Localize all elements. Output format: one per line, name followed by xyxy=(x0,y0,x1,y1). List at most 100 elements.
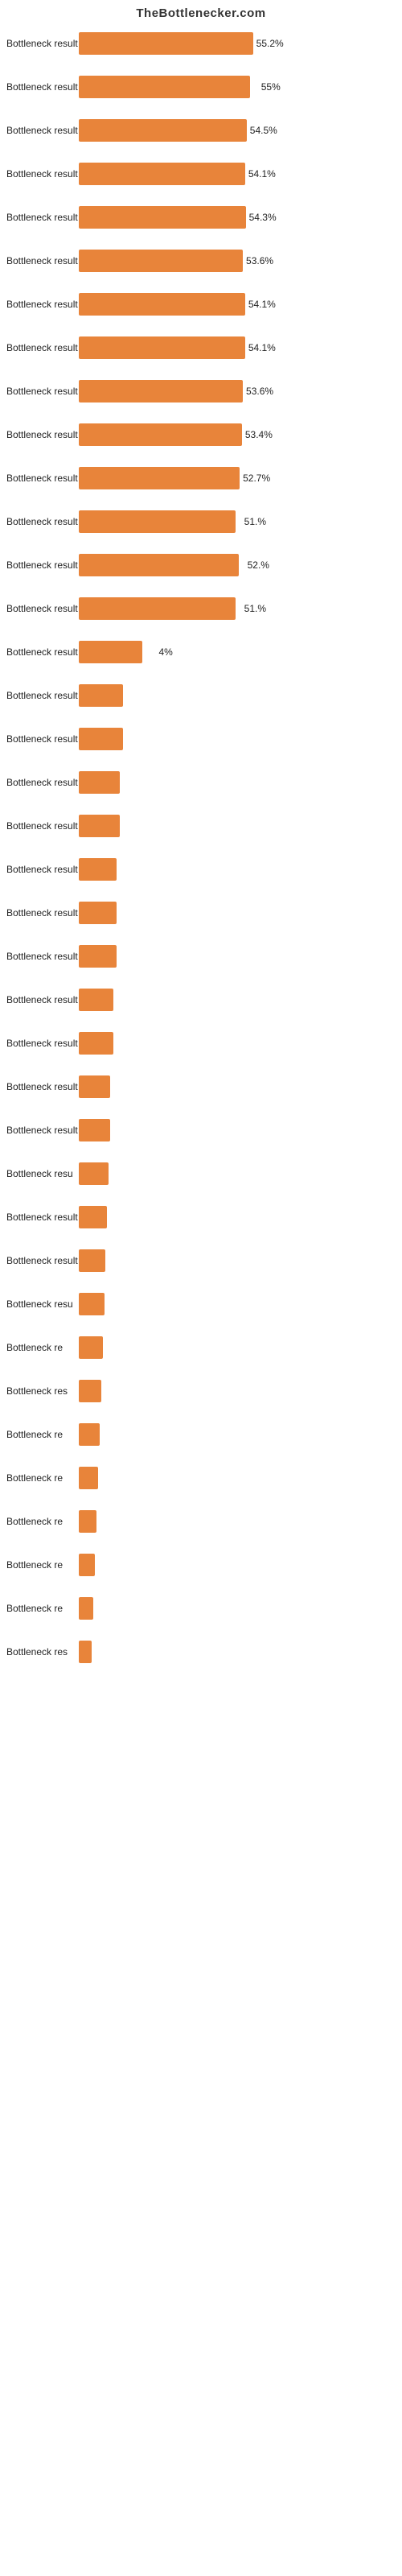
bar-fill xyxy=(79,1510,96,1533)
bar-label: Bottleneck result xyxy=(6,994,79,1005)
bar-row: Bottleneck result54.5% xyxy=(6,115,396,146)
bar-row: Bottleneck resu xyxy=(6,1158,396,1189)
bar-label: Bottleneck resu xyxy=(6,1298,79,1310)
bar-value: 55% xyxy=(261,81,281,93)
bar-value: 53.6% xyxy=(246,386,273,397)
bar-container: 54.5% xyxy=(79,119,396,142)
bar-fill: 53.4% xyxy=(79,423,242,446)
bar-row: Bottleneck re xyxy=(6,1463,396,1493)
bar-container: 55.2% xyxy=(79,32,396,55)
bar-value: 54.5% xyxy=(250,125,277,136)
bar-fill xyxy=(79,1380,101,1402)
bar-value: 53.6% xyxy=(246,255,273,266)
bar-container: 54.3% xyxy=(79,206,396,229)
bar-container: 54.1% xyxy=(79,163,396,185)
bar-row: Bottleneck result52.% xyxy=(6,550,396,580)
bar-fill xyxy=(79,1162,109,1185)
bar-fill xyxy=(79,1641,92,1663)
bar-row: Bottleneck result xyxy=(6,811,396,841)
bar-fill: 51.% xyxy=(79,510,236,533)
bar-label: Bottleneck result xyxy=(6,1038,79,1049)
bar-row: Bottleneck result54.3% xyxy=(6,202,396,233)
bar-row: Bottleneck result xyxy=(6,1115,396,1146)
bar-fill: 53.6% xyxy=(79,250,243,272)
bar-label: Bottleneck result xyxy=(6,907,79,919)
bar-fill xyxy=(79,1293,105,1315)
bar-container xyxy=(79,728,396,750)
bar-fill xyxy=(79,684,123,707)
bar-fill xyxy=(79,1119,110,1141)
bar-row: Bottleneck result xyxy=(6,1245,396,1276)
bar-label: Bottleneck result xyxy=(6,386,79,397)
bar-fill: 54.1% xyxy=(79,336,245,359)
bar-container: 54.1% xyxy=(79,336,396,359)
bar-container xyxy=(79,1554,396,1576)
bar-label: Bottleneck result xyxy=(6,864,79,875)
bar-fill xyxy=(79,1032,113,1055)
bar-row: Bottleneck res xyxy=(6,1637,396,1667)
bar-container xyxy=(79,1032,396,1055)
bar-label: Bottleneck result xyxy=(6,603,79,614)
bar-row: Bottleneck result 51.% xyxy=(6,593,396,624)
bar-container: 53.6% xyxy=(79,250,396,272)
bar-label: Bottleneck result xyxy=(6,168,79,180)
bar-row: Bottleneck result54.1% xyxy=(6,289,396,320)
bar-label: Bottleneck re xyxy=(6,1429,79,1440)
bar-container: 55% xyxy=(79,76,396,98)
bar-container xyxy=(79,1075,396,1098)
bar-row: Bottleneck re xyxy=(6,1332,396,1363)
bar-row: Bottleneck result55.2% xyxy=(6,28,396,59)
bar-value: 51.% xyxy=(244,603,266,614)
bar-fill xyxy=(79,1206,107,1228)
bar-container xyxy=(79,1641,396,1663)
bar-label: Bottleneck result xyxy=(6,342,79,353)
bar-row: Bottleneck result xyxy=(6,767,396,798)
bar-label: Bottleneck res xyxy=(6,1646,79,1657)
bar-label: Bottleneck re xyxy=(6,1342,79,1353)
bar-row: Bottleneck re xyxy=(6,1506,396,1537)
bar-label: Bottleneck re xyxy=(6,1516,79,1527)
bar-label: Bottleneck res xyxy=(6,1385,79,1397)
bar-label: Bottleneck result xyxy=(6,951,79,962)
bar-row: Bottleneck resu xyxy=(6,1289,396,1319)
bar-fill xyxy=(79,815,120,837)
bar-container: 51.% xyxy=(79,510,396,533)
bar-value: 53.4% xyxy=(245,429,273,440)
bar-fill xyxy=(79,902,117,924)
bar-value: 54.3% xyxy=(249,212,277,223)
bar-row: Bottleneck res xyxy=(6,1376,396,1406)
bar-container: 52.7% xyxy=(79,467,396,489)
bar-label: Bottleneck result xyxy=(6,125,79,136)
bar-label: Bottleneck result xyxy=(6,429,79,440)
bar-container: 4% xyxy=(79,641,396,663)
bar-value: 4% xyxy=(158,646,172,658)
bar-fill: 4% xyxy=(79,641,142,663)
bar-label: Bottleneck result xyxy=(6,1255,79,1266)
bar-fill xyxy=(79,1597,93,1620)
bar-value: 54.1% xyxy=(248,168,276,180)
bar-container xyxy=(79,1336,396,1359)
bar-row: Bottleneck result xyxy=(6,941,396,972)
bar-fill xyxy=(79,1423,100,1446)
bar-label: Bottleneck result xyxy=(6,733,79,745)
bar-container: 51.% xyxy=(79,597,396,620)
bar-label: Bottleneck result xyxy=(6,81,79,93)
bar-container xyxy=(79,1380,396,1402)
bar-fill: 54.5% xyxy=(79,119,247,142)
bar-row: Bottleneck result xyxy=(6,1071,396,1102)
bar-label: Bottleneck re xyxy=(6,1603,79,1614)
bar-value: 51.% xyxy=(244,516,266,527)
bar-fill: 53.6% xyxy=(79,380,243,402)
bar-label: Bottleneck result xyxy=(6,255,79,266)
bar-fill: 54.1% xyxy=(79,293,245,316)
bar-row: Bottleneck result xyxy=(6,898,396,928)
bar-container xyxy=(79,1206,396,1228)
bar-label: Bottleneck result xyxy=(6,646,79,658)
bar-fill: 54.3% xyxy=(79,206,246,229)
bar-container xyxy=(79,945,396,968)
bar-label: Bottleneck resu xyxy=(6,1168,79,1179)
bar-row: Bottleneck re xyxy=(6,1419,396,1450)
bar-label: Bottleneck result xyxy=(6,38,79,49)
bar-row: Bottleneck result xyxy=(6,680,396,711)
bar-row: Bottleneck result xyxy=(6,985,396,1015)
